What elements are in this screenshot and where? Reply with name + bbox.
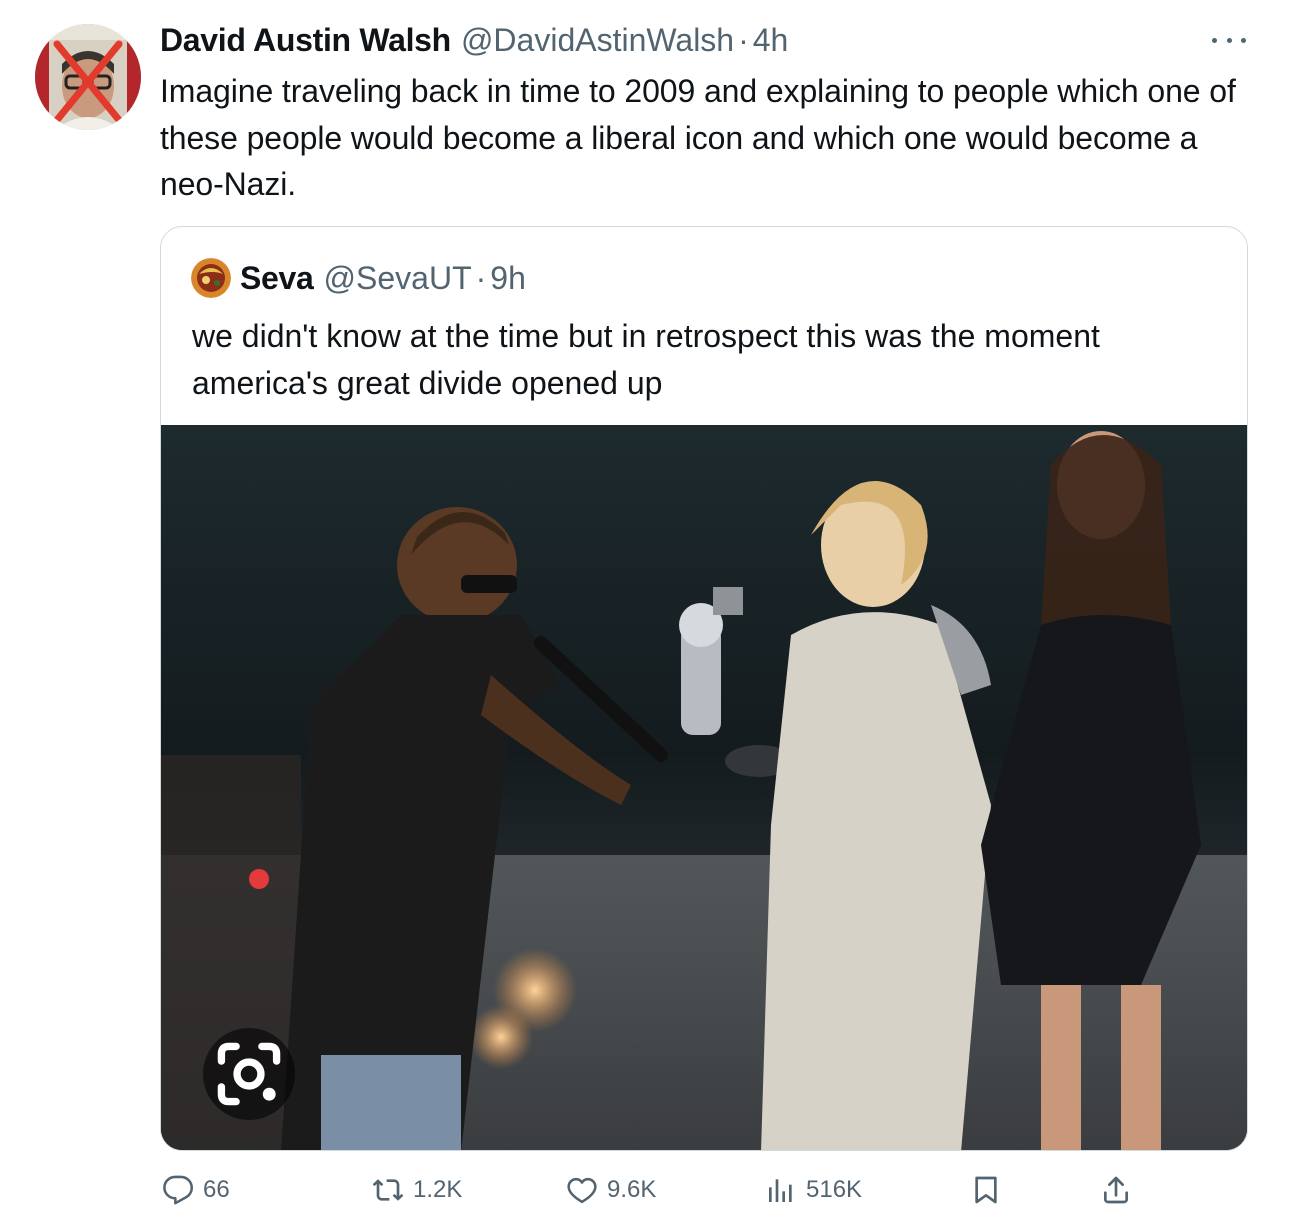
- tweet-text: Imagine traveling back in time to 2009 a…: [160, 73, 1236, 202]
- quoted-tweet-card[interactable]: Seva @SevaUT · 9h we didn't know at the …: [160, 226, 1248, 1151]
- repost-icon: [372, 1179, 404, 1201]
- tweet-timestamp[interactable]: 4h: [753, 20, 789, 60]
- reply-count: 66: [203, 1176, 230, 1203]
- quoted-tweet-text: we didn't know at the time but in retros…: [192, 318, 1100, 401]
- quoted-author-handle: @SevaUT: [323, 259, 472, 296]
- author-display-name[interactable]: David Austin Walsh: [160, 20, 451, 60]
- quoted-author-display-name: Seva: [240, 259, 314, 296]
- quoted-tweet-header: Seva @SevaUT · 9h: [191, 258, 526, 298]
- tweet-header: David Austin Walsh @DavidAstinWalsh · 4h: [160, 20, 1244, 60]
- quoted-tweet-timestamp: 9h: [490, 259, 526, 296]
- author-avatar[interactable]: [35, 24, 141, 130]
- share-icon: [1104, 1176, 1128, 1204]
- portrait-with-red-x-icon: [35, 24, 141, 130]
- quoted-author-avatar: [191, 258, 231, 298]
- like-button[interactable]: 9.6K: [566, 1168, 656, 1212]
- reply-icon: [163, 1175, 194, 1205]
- separator-dot: ·: [738, 22, 749, 58]
- more-dots-icon[interactable]: [1212, 30, 1246, 50]
- views-count: 516K: [806, 1176, 863, 1203]
- tweet-action-bar: 66 1.2K 9.6K 516K: [160, 1168, 1140, 1212]
- like-count: 9.6K: [607, 1176, 657, 1203]
- lens-camera-icon-glyph: [217, 1042, 281, 1106]
- repost-button[interactable]: 1.2K: [372, 1168, 462, 1212]
- author-handle[interactable]: @DavidAstinWalsh: [461, 20, 734, 60]
- heart-icon: [567, 1177, 597, 1204]
- reply-button[interactable]: 66: [162, 1168, 230, 1212]
- lens-camera-icon[interactable]: [203, 1028, 295, 1120]
- repost-count: 1.2K: [413, 1176, 463, 1203]
- bookmark-icon: [975, 1176, 997, 1204]
- share-button[interactable]: [1100, 1168, 1132, 1212]
- views-chart-icon: [769, 1179, 792, 1202]
- quoted-separator-dot: ·: [475, 259, 487, 296]
- quoted-tweet-photo[interactable]: [161, 425, 1247, 1150]
- bookmark-button[interactable]: [970, 1168, 1002, 1212]
- views-button[interactable]: 516K: [765, 1168, 862, 1212]
